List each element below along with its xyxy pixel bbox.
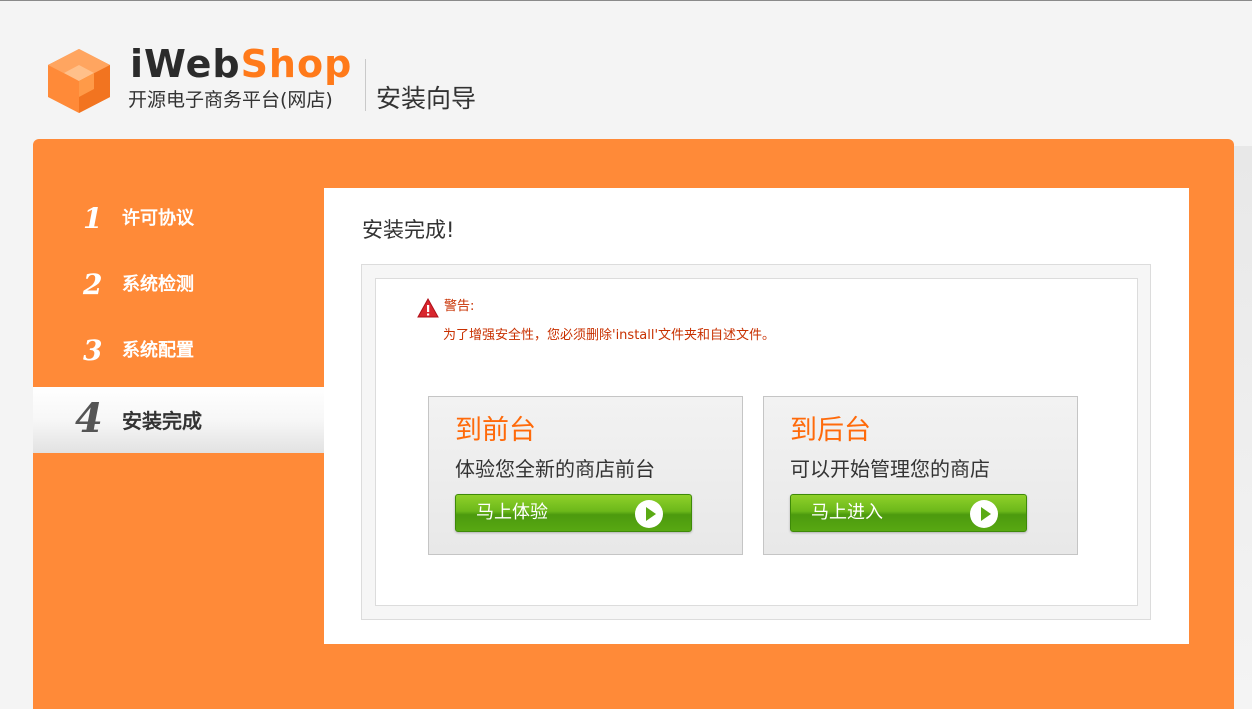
brand-part2: Shop xyxy=(240,42,353,86)
button-label: 马上进入 xyxy=(811,502,883,523)
wizard-title: 安装向导 xyxy=(376,84,477,113)
enter-now-button[interactable]: 马上进入 xyxy=(790,494,1027,532)
step-label: 系统配置 xyxy=(122,340,194,361)
step-number: 3 xyxy=(83,334,103,367)
brand-part1: iWeb xyxy=(130,42,241,86)
frontend-card: 到前台 体验您全新的商店前台 马上体验 xyxy=(428,396,743,555)
logo-icon xyxy=(44,47,114,115)
step-label: 安装完成 xyxy=(122,409,202,433)
step-label: 系统检测 xyxy=(122,274,194,295)
panel-shadow xyxy=(1234,146,1252,706)
play-arrow-icon xyxy=(635,500,663,528)
step-system-check: 2 系统检测 xyxy=(33,253,324,317)
step-install-complete: 4 安装完成 xyxy=(33,387,324,453)
warning-icon xyxy=(417,297,439,318)
frontend-card-desc: 体验您全新的商店前台 xyxy=(455,457,655,481)
step-number: 4 xyxy=(75,395,103,442)
experience-now-button[interactable]: 马上体验 xyxy=(455,494,692,532)
step-label: 许可协议 xyxy=(122,208,194,229)
step-system-config: 3 系统配置 xyxy=(33,319,324,383)
brand-logo-text: iWebShop xyxy=(130,41,352,87)
warning-message: 为了增强安全性，您必须删除'install'文件夹和自述文件。 xyxy=(443,328,776,343)
step-number: 2 xyxy=(83,268,103,301)
warning-title: 警告: xyxy=(444,299,475,314)
step-license: 1 许可协议 xyxy=(33,187,324,251)
button-label: 马上体验 xyxy=(476,502,548,523)
backend-card-desc: 可以开始管理您的商店 xyxy=(790,457,990,481)
brand-subtitle: 开源电子商务平台(网店) xyxy=(128,89,333,111)
frontend-card-title: 到前台 xyxy=(455,415,536,446)
page-title: 安装完成! xyxy=(362,218,455,242)
play-arrow-icon xyxy=(970,500,998,528)
backend-card-title: 到后台 xyxy=(790,415,871,446)
backend-card: 到后台 可以开始管理您的商店 马上进入 xyxy=(763,396,1078,555)
step-number: 1 xyxy=(83,202,103,235)
header-divider xyxy=(365,59,366,111)
